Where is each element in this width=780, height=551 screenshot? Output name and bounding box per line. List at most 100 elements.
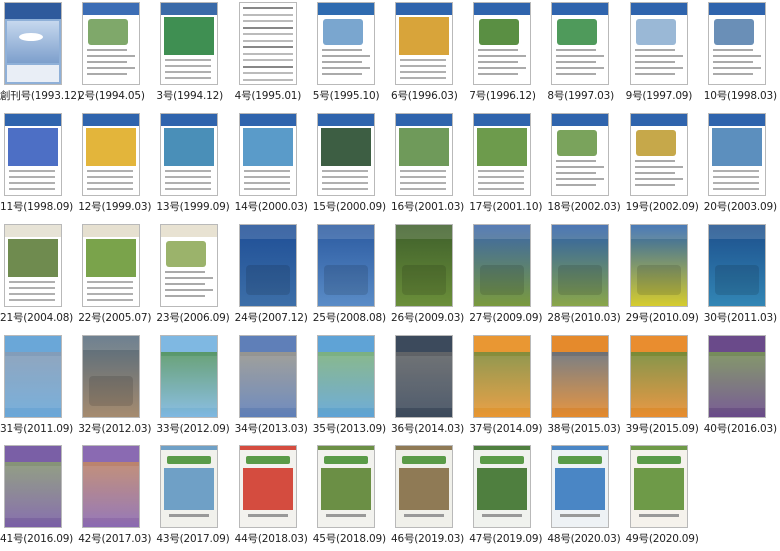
issue-caption[interactable]: 46号(2019.03): [391, 531, 469, 546]
issue-caption[interactable]: 45号(2018.09): [313, 531, 391, 546]
cover-thumbnail[interactable]: [82, 445, 141, 528]
cover-thumbnail[interactable]: [160, 2, 219, 85]
cover-thumbnail[interactable]: [160, 445, 219, 528]
issue-item[interactable]: 45号(2018.09): [313, 443, 391, 551]
issue-caption[interactable]: 21号(2004.08): [0, 310, 78, 325]
issue-item[interactable]: 19号(2002.09): [626, 111, 704, 219]
cover-thumbnail[interactable]: [4, 224, 62, 307]
issue-item[interactable]: 8号(1997.03): [547, 0, 625, 108]
issue-item[interactable]: 48号(2020.03): [547, 443, 625, 551]
cover-thumbnail[interactable]: [707, 113, 766, 196]
issue-item[interactable]: 24号(2007.12): [235, 222, 313, 330]
cover-thumbnail[interactable]: [82, 224, 141, 307]
issue-caption[interactable]: 6号(1996.03): [391, 88, 469, 103]
issue-item[interactable]: 20号(2003.09): [704, 111, 780, 219]
issue-item[interactable]: 17号(2001.10): [469, 111, 547, 219]
issue-item[interactable]: 29号(2010.09): [626, 222, 704, 330]
issue-caption[interactable]: 38号(2015.03): [547, 421, 625, 436]
issue-item[interactable]: 2号(1994.05): [78, 0, 156, 108]
issue-item[interactable]: 40号(2016.03): [704, 333, 780, 441]
issue-item[interactable]: 6号(1996.03): [391, 0, 469, 108]
issue-caption[interactable]: 41号(2016.09): [0, 531, 78, 546]
cover-thumbnail[interactable]: [707, 224, 766, 307]
cover-thumbnail[interactable]: [238, 2, 297, 85]
cover-thumbnail[interactable]: [395, 113, 453, 196]
cover-thumbnail[interactable]: [707, 335, 766, 418]
issue-caption[interactable]: 28号(2010.03): [547, 310, 625, 325]
issue-item[interactable]: 36号(2014.03): [391, 333, 469, 441]
issue-caption[interactable]: 3号(1994.12): [156, 88, 234, 103]
cover-thumbnail[interactable]: [160, 113, 219, 196]
cover-thumbnail[interactable]: [551, 224, 610, 307]
cover-thumbnail[interactable]: [316, 335, 375, 418]
cover-thumbnail[interactable]: [238, 224, 297, 307]
issue-caption[interactable]: 20号(2003.09): [704, 199, 780, 214]
issue-item[interactable]: 4号(1995.01): [235, 0, 313, 108]
issue-caption[interactable]: 12号(1999.03): [78, 199, 156, 214]
issue-caption[interactable]: 19号(2002.09): [626, 199, 704, 214]
issue-item[interactable]: 44号(2018.03): [235, 443, 313, 551]
issue-caption[interactable]: 34号(2013.03): [235, 421, 313, 436]
cover-thumbnail[interactable]: [82, 335, 141, 418]
cover-thumbnail[interactable]: [395, 2, 453, 85]
issue-item[interactable]: 28号(2010.03): [547, 222, 625, 330]
issue-item[interactable]: 22号(2005.07): [78, 222, 156, 330]
issue-caption[interactable]: 27号(2009.09): [469, 310, 547, 325]
issue-item[interactable]: 33号(2012.09): [156, 333, 234, 441]
cover-thumbnail[interactable]: [238, 335, 297, 418]
issue-item[interactable]: 41号(2016.09): [0, 443, 78, 551]
cover-thumbnail[interactable]: [629, 2, 688, 85]
issue-caption[interactable]: 24号(2007.12): [235, 310, 313, 325]
issue-caption[interactable]: 7号(1996.12): [469, 88, 547, 103]
issue-item[interactable]: 49号(2020.09): [626, 443, 704, 551]
issue-caption[interactable]: 創刊号(1993.12): [0, 88, 81, 103]
issue-caption[interactable]: 33号(2012.09): [156, 421, 234, 436]
cover-thumbnail[interactable]: [316, 113, 375, 196]
cover-thumbnail[interactable]: [316, 224, 375, 307]
issue-caption[interactable]: 13号(1999.09): [156, 199, 234, 214]
issue-caption[interactable]: 9号(1997.09): [626, 88, 704, 103]
cover-thumbnail[interactable]: [473, 445, 532, 528]
issue-item[interactable]: 21号(2004.08): [0, 222, 78, 330]
issue-item[interactable]: 14号(2000.03): [235, 111, 313, 219]
cover-thumbnail[interactable]: [82, 113, 141, 196]
issue-item[interactable]: 42号(2017.03): [78, 443, 156, 551]
issue-caption[interactable]: 14号(2000.03): [235, 199, 313, 214]
cover-thumbnail[interactable]: [629, 445, 688, 528]
issue-item[interactable]: 34号(2013.03): [235, 333, 313, 441]
issue-item[interactable]: 5号(1995.10): [313, 0, 391, 108]
issue-item[interactable]: 創刊号(1993.12): [0, 0, 81, 108]
issue-item[interactable]: 23号(2006.09): [156, 222, 234, 330]
cover-thumbnail[interactable]: [160, 335, 219, 418]
cover-thumbnail[interactable]: [316, 445, 375, 528]
issue-caption[interactable]: 15号(2000.09): [313, 199, 391, 214]
issue-caption[interactable]: 29号(2010.09): [626, 310, 704, 325]
issue-item[interactable]: 7号(1996.12): [469, 0, 547, 108]
issue-caption[interactable]: 16号(2001.03): [391, 199, 469, 214]
issue-item[interactable]: 30号(2011.03): [704, 222, 780, 330]
cover-thumbnail[interactable]: [473, 113, 532, 196]
issue-item[interactable]: 31号(2011.09): [0, 333, 78, 441]
cover-thumbnail[interactable]: [629, 224, 688, 307]
issue-item[interactable]: 35号(2013.09): [313, 333, 391, 441]
cover-thumbnail[interactable]: [395, 335, 453, 418]
issue-item[interactable]: 15号(2000.09): [313, 111, 391, 219]
cover-thumbnail[interactable]: [4, 113, 62, 196]
issue-caption[interactable]: 8号(1997.03): [547, 88, 625, 103]
cover-thumbnail[interactable]: [395, 224, 453, 307]
cover-thumbnail[interactable]: [238, 445, 297, 528]
cover-thumbnail[interactable]: [629, 113, 688, 196]
issue-caption[interactable]: 40号(2016.03): [704, 421, 780, 436]
cover-thumbnail[interactable]: [160, 224, 219, 307]
issue-item[interactable]: 26号(2009.03): [391, 222, 469, 330]
issue-item[interactable]: 12号(1999.03): [78, 111, 156, 219]
cover-thumbnail[interactable]: [551, 335, 610, 418]
cover-thumbnail[interactable]: [4, 2, 62, 85]
issue-caption[interactable]: 10号(1998.03): [704, 88, 780, 103]
cover-thumbnail[interactable]: [82, 2, 141, 85]
cover-thumbnail[interactable]: [473, 2, 532, 85]
issue-item[interactable]: 32号(2012.03): [78, 333, 156, 441]
cover-thumbnail[interactable]: [629, 335, 688, 418]
cover-thumbnail[interactable]: [551, 2, 610, 85]
issue-item[interactable]: 38号(2015.03): [547, 333, 625, 441]
